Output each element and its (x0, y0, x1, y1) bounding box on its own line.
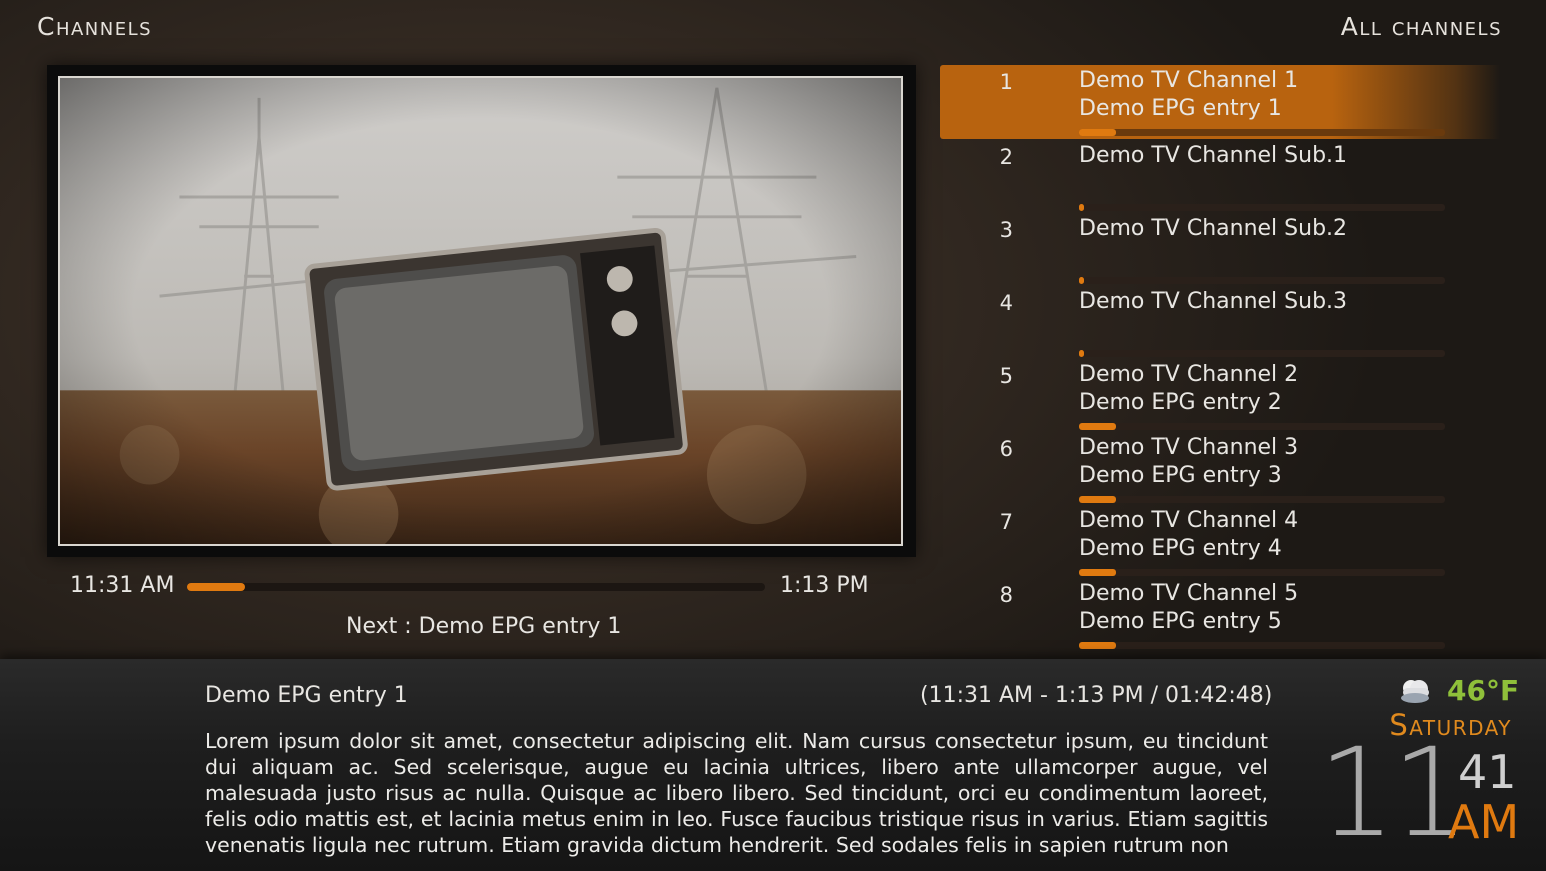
channel-number: 1 (999, 70, 1013, 94)
channel-progress-bar (1079, 350, 1445, 357)
clock-hours: 11 (1318, 722, 1469, 864)
channel-list-item[interactable]: 7 Demo TV Channel 4 Demo EPG entry 4 (940, 505, 1500, 578)
program-end-time: 1:13 PM (780, 573, 869, 598)
channel-progress-fill (1079, 204, 1084, 211)
channel-list-item[interactable]: 8 Demo TV Channel 5 Demo EPG entry 5 (940, 578, 1500, 651)
clock-minutes: 41 (1458, 745, 1517, 799)
channel-progress-fill (1079, 423, 1116, 430)
channel-epg-entry: Demo EPG entry 1 (1079, 96, 1282, 121)
channel-number: 2 (999, 145, 1013, 169)
weather-temperature: 46°F (1447, 674, 1520, 707)
channel-group-selector[interactable]: All channels (1341, 12, 1502, 41)
channel-progress-fill (1079, 129, 1116, 136)
channel-progress-bar (1079, 496, 1445, 503)
preview-image (58, 76, 903, 546)
channel-progress-fill (1079, 496, 1116, 503)
epg-time-range: (11:31 AM - 1:13 PM / 01:42:48) (920, 683, 1273, 708)
channel-epg-entry: Demo EPG entry 2 (1079, 390, 1282, 415)
channel-progress-bar (1079, 423, 1445, 430)
channel-name: Demo TV Channel 5 (1079, 581, 1299, 606)
channel-epg-entry: Demo EPG entry 4 (1079, 536, 1282, 561)
channel-progress-fill (1079, 642, 1116, 649)
epg-info-panel: Demo EPG entry 1 (11:31 AM - 1:13 PM / 0… (0, 659, 1546, 871)
channel-progress-fill (1079, 569, 1116, 576)
channel-number: 4 (999, 291, 1013, 315)
epg-plot: Lorem ipsum dolor sit amet, consectetur … (205, 729, 1268, 857)
channel-name: Demo TV Channel 3 (1079, 435, 1299, 460)
epg-title: Demo EPG entry 1 (205, 683, 408, 708)
channel-progress-bar (1079, 642, 1445, 649)
channel-name: Demo TV Channel Sub.2 (1079, 216, 1348, 241)
channel-progress-bar (1079, 204, 1445, 211)
channel-name: Demo TV Channel 4 (1079, 508, 1299, 533)
channel-name: Demo TV Channel 2 (1079, 362, 1299, 387)
channel-epg-entry: Demo EPG entry 3 (1079, 463, 1282, 488)
cloudy-icon (1401, 680, 1429, 703)
channel-progress-bar (1079, 277, 1445, 284)
channel-list-item[interactable]: 2 Demo TV Channel Sub.1 (940, 140, 1500, 213)
channel-number: 6 (999, 437, 1013, 461)
video-preview[interactable] (47, 65, 916, 557)
channel-epg-entry: Demo EPG entry 5 (1079, 609, 1282, 634)
channel-progress-fill (1079, 350, 1084, 357)
next-program-label: Next : Demo EPG entry 1 (346, 614, 622, 639)
program-progress-bar (187, 583, 765, 591)
channel-name: Demo TV Channel Sub.3 (1079, 289, 1348, 314)
page-title: Channels (37, 12, 153, 41)
channel-number: 8 (999, 583, 1013, 607)
channel-list-item[interactable]: 6 Demo TV Channel 3 Demo EPG entry 3 (940, 432, 1500, 505)
channel-number: 5 (999, 364, 1013, 388)
channel-number: 7 (999, 510, 1013, 534)
program-start-time: 11:31 AM (70, 573, 175, 598)
clock-ampm: AM (1448, 795, 1520, 849)
channel-list-item[interactable]: 3 Demo TV Channel Sub.2 (940, 213, 1500, 286)
channel-progress-bar (1079, 129, 1445, 136)
channel-list-item[interactable]: 1 Demo TV Channel 1 Demo EPG entry 1 (940, 65, 1500, 139)
channel-name: Demo TV Channel 1 (1079, 68, 1299, 93)
channel-progress-bar (1079, 569, 1445, 576)
channel-number: 3 (999, 218, 1013, 242)
program-progress-fill (187, 583, 245, 591)
channel-list-item[interactable]: 5 Demo TV Channel 2 Demo EPG entry 2 (940, 359, 1500, 432)
channel-progress-fill (1079, 277, 1084, 284)
channel-name: Demo TV Channel Sub.1 (1079, 143, 1348, 168)
channel-list-item[interactable]: 4 Demo TV Channel Sub.3 (940, 286, 1500, 359)
